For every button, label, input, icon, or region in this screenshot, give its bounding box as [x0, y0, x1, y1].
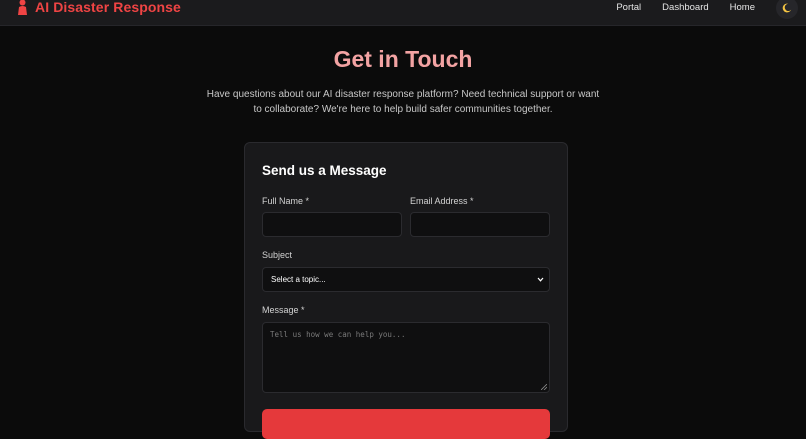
- subject-select[interactable]: Select a topic...: [262, 267, 550, 292]
- full-name-input[interactable]: [262, 212, 402, 237]
- full-name-label: Full Name *: [262, 196, 310, 206]
- email-input[interactable]: [410, 212, 550, 237]
- page-title: Get in Touch: [333, 46, 473, 72]
- message-placeholder: Tell us how we can help you...: [270, 330, 406, 339]
- nav-link-home[interactable]: Home: [730, 2, 755, 13]
- form-title: Send us a Message: [262, 163, 387, 178]
- brand-name: AI Disaster Response: [35, 0, 181, 15]
- chevron-down-icon: [537, 277, 544, 282]
- email-label: Email Address *: [410, 196, 474, 206]
- nav-link-portal[interactable]: Portal: [616, 2, 641, 13]
- contact-form-card: Send us a Message Full Name * Email Addr…: [244, 142, 568, 439]
- theme-toggle-button[interactable]: [776, 0, 798, 19]
- message-textarea[interactable]: Tell us how we can help you...: [262, 322, 550, 393]
- brand-logo[interactable]: AI Disaster Response: [16, 0, 181, 17]
- nav-link-dashboard[interactable]: Dashboard: [662, 2, 708, 13]
- subject-selected-value: Select a topic...: [271, 275, 326, 284]
- moon-icon: [782, 3, 792, 13]
- nav-links: Portal Dashboard Home: [616, 0, 806, 19]
- resize-grip-icon[interactable]: [541, 384, 547, 390]
- top-navbar: AI Disaster Response Portal Dashboard Ho…: [0, 0, 806, 26]
- person-icon: [18, 0, 27, 15]
- message-label: Message *: [262, 305, 305, 315]
- page-subtitle: Have questions about our AI disaster res…: [206, 89, 600, 115]
- subject-label: Subject: [262, 250, 293, 260]
